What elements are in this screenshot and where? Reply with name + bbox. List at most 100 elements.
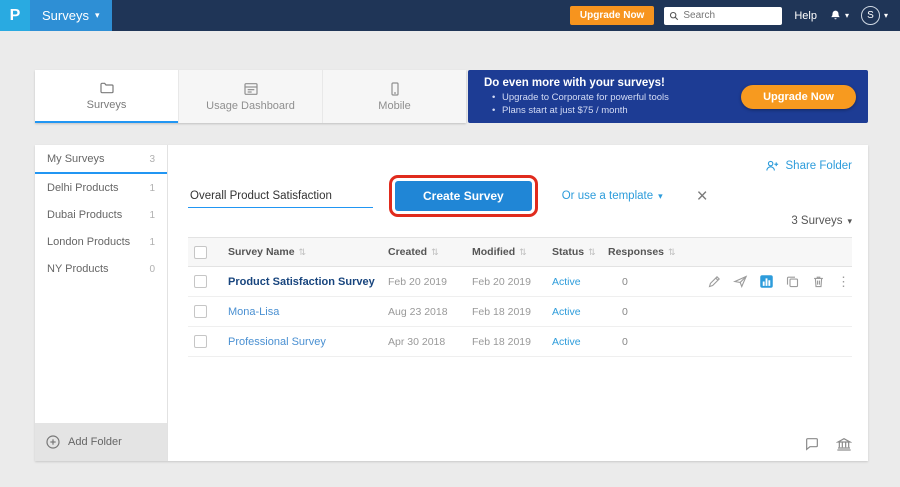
- folder-label: My Surveys: [47, 153, 104, 165]
- sort-icon[interactable]: ⇅: [431, 247, 439, 257]
- kebab-menu-icon[interactable]: ⋮: [837, 275, 850, 288]
- new-survey-name-input[interactable]: [188, 185, 373, 208]
- create-survey-button-wrap: Create Survey: [395, 181, 532, 211]
- tab-mobile[interactable]: Mobile: [322, 70, 466, 123]
- status-badge: Active: [552, 336, 608, 348]
- survey-name-link[interactable]: Professional Survey: [228, 336, 326, 348]
- chevron-down-icon: ▾: [847, 216, 852, 227]
- chevron-down-icon: ▾: [845, 11, 849, 20]
- surveys-count-label: 3 Surveys: [791, 215, 842, 227]
- header-checkbox-cell: [188, 246, 228, 259]
- survey-name-link[interactable]: Product Satisfaction Survey: [228, 276, 375, 288]
- surveys-count-dropdown[interactable]: 3 Surveys ▾: [791, 215, 852, 227]
- main-card: My Surveys 3 Delhi Products 1 Dubai Prod…: [35, 145, 868, 461]
- responses-cell: 0: [608, 276, 698, 288]
- share-folder-button[interactable]: Share Folder: [765, 159, 852, 172]
- add-folder-label: Add Folder: [68, 436, 122, 448]
- folder-label: Delhi Products: [47, 182, 119, 194]
- tab-label: Mobile: [378, 100, 410, 112]
- promo-title: Do even more with your surveys!: [484, 77, 669, 89]
- product-menu-surveys[interactable]: Surveys ▾: [30, 0, 112, 31]
- select-all-checkbox[interactable]: [194, 246, 207, 259]
- chevron-down-icon: ▾: [95, 10, 100, 21]
- create-survey-button[interactable]: Create Survey: [395, 181, 532, 211]
- search-box[interactable]: [664, 7, 782, 25]
- archive-bank-icon[interactable]: [836, 436, 852, 452]
- table-header-row: Survey Name⇅ Created⇅ Modified⇅ Status⇅ …: [188, 237, 852, 267]
- row-checkbox[interactable]: [194, 305, 207, 318]
- tab-label: Surveys: [87, 99, 127, 111]
- edit-pencil-icon[interactable]: [707, 274, 722, 289]
- sidebar-item-my-surveys[interactable]: My Surveys 3: [35, 145, 167, 174]
- header-survey-name[interactable]: Survey Name⇅: [228, 246, 388, 258]
- trash-icon[interactable]: [811, 274, 826, 289]
- app-window: P Surveys ▾ Upgrade Now Help ▾ S ▾ Surve…: [0, 0, 900, 487]
- folder-count: 1: [149, 237, 155, 248]
- modified-cell: Feb 18 2019: [472, 336, 552, 348]
- header-responses[interactable]: Responses⇅: [608, 246, 698, 258]
- send-icon[interactable]: [733, 274, 748, 289]
- folder-label: London Products: [47, 236, 130, 248]
- avatar: S: [861, 6, 880, 25]
- chevron-down-icon: ▾: [658, 191, 663, 202]
- analytics-chart-icon[interactable]: [759, 274, 774, 289]
- header-status[interactable]: Status⇅: [552, 246, 608, 258]
- sort-icon[interactable]: ⇅: [668, 247, 676, 257]
- upgrade-now-button[interactable]: Upgrade Now: [570, 6, 654, 25]
- banner-upgrade-button[interactable]: Upgrade Now: [741, 85, 856, 109]
- chevron-down-icon: ▾: [884, 11, 888, 20]
- folder-count: 1: [149, 210, 155, 221]
- copy-icon[interactable]: [785, 274, 800, 289]
- sidebar-item-ny-products[interactable]: NY Products 0: [35, 255, 167, 282]
- add-folder-button[interactable]: Add Folder: [35, 423, 167, 461]
- sort-icon[interactable]: ⇅: [519, 247, 527, 257]
- status-badge: Active: [552, 276, 608, 288]
- responses-cell: 0: [608, 306, 698, 318]
- modified-cell: Feb 20 2019: [472, 276, 552, 288]
- product-menu-label: Surveys: [42, 8, 89, 23]
- surveys-panel: Share Folder Create Survey Or use a temp…: [168, 145, 868, 461]
- app-logo[interactable]: P: [0, 0, 30, 31]
- search-icon: [669, 11, 679, 21]
- feedback-bubble-icon[interactable]: [804, 436, 820, 452]
- folder-label: NY Products: [47, 263, 109, 275]
- table-row: Product Satisfaction Survey Feb 20 2019 …: [188, 267, 852, 297]
- row-checkbox[interactable]: [194, 335, 207, 348]
- help-link[interactable]: Help: [794, 10, 817, 22]
- topbar: P Surveys ▾ Upgrade Now Help ▾ S ▾: [0, 0, 900, 31]
- created-cell: Feb 20 2019: [388, 276, 472, 288]
- status-badge: Active: [552, 306, 608, 318]
- sort-icon[interactable]: ⇅: [588, 247, 596, 257]
- promo-banner: Do even more with your surveys! Upgrade …: [468, 70, 868, 123]
- folders-sidebar: My Surveys 3 Delhi Products 1 Dubai Prod…: [35, 145, 168, 461]
- promo-bullet: Upgrade to Corporate for powerful tools: [484, 91, 669, 104]
- dashboard-icon: [243, 81, 259, 97]
- surveys-table: Survey Name⇅ Created⇅ Modified⇅ Status⇅ …: [188, 237, 852, 357]
- folder-icon: [99, 80, 115, 96]
- tab-usage-dashboard[interactable]: Usage Dashboard: [178, 70, 322, 123]
- header-modified[interactable]: Modified⇅: [472, 246, 552, 258]
- header-created[interactable]: Created⇅: [388, 246, 472, 258]
- created-cell: Aug 23 2018: [388, 306, 472, 318]
- bell-icon: [829, 9, 842, 22]
- sidebar-item-delhi-products[interactable]: Delhi Products 1: [35, 174, 167, 201]
- folder-label: Dubai Products: [47, 209, 122, 221]
- tab-surveys[interactable]: Surveys: [35, 70, 178, 123]
- share-folder-icon: [765, 159, 780, 172]
- notifications-menu[interactable]: ▾: [829, 9, 849, 22]
- close-icon[interactable]: ×: [697, 187, 708, 206]
- row-actions: ⋮: [698, 274, 852, 289]
- search-input[interactable]: [683, 10, 773, 21]
- use-template-link[interactable]: Or use a template ▾: [562, 190, 663, 202]
- sidebar-item-dubai-products[interactable]: Dubai Products 1: [35, 201, 167, 228]
- row-checkbox[interactable]: [194, 275, 207, 288]
- survey-name-link[interactable]: Mona-Lisa: [228, 306, 279, 318]
- modified-cell: Feb 18 2019: [472, 306, 552, 318]
- sort-icon[interactable]: ⇅: [299, 247, 307, 257]
- sidebar-item-london-products[interactable]: London Products 1: [35, 228, 167, 255]
- view-tabs: Surveys Usage Dashboard Mobile: [35, 70, 466, 123]
- account-menu[interactable]: S ▾: [861, 6, 888, 25]
- folder-count: 3: [149, 154, 155, 165]
- created-cell: Apr 30 2018: [388, 336, 472, 348]
- panel-footer-icons: [804, 436, 852, 452]
